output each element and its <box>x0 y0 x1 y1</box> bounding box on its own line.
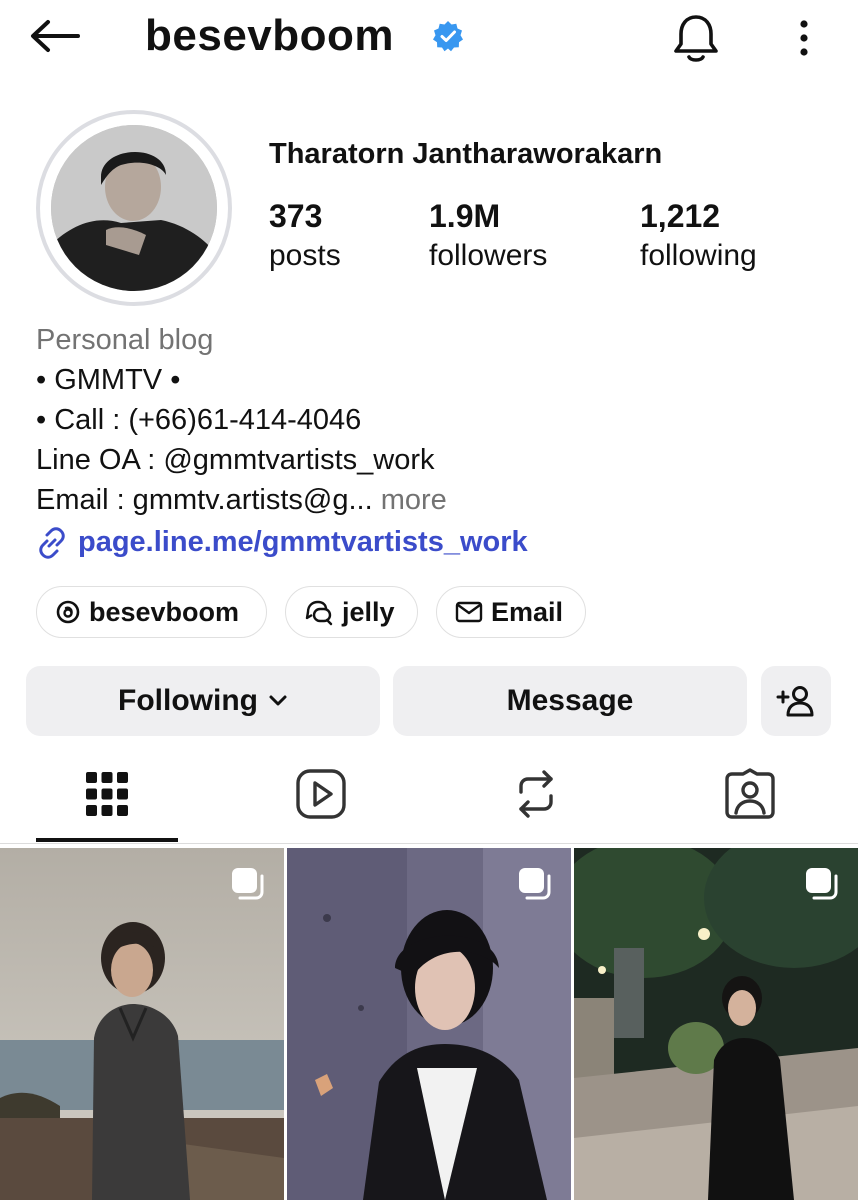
mail-icon <box>455 601 483 623</box>
repost-icon <box>519 770 553 818</box>
following-count: 1,212 <box>640 198 721 234</box>
following-stat[interactable]: 1,212 following <box>640 196 757 276</box>
following-button-label: Following <box>118 684 258 717</box>
link-icon <box>39 526 65 559</box>
bio-line: Line OA : @gmmtvartists_work <box>36 444 435 476</box>
message-button-label: Message <box>506 684 634 717</box>
email-pill-label: Email <box>491 596 564 627</box>
following-button[interactable]: Following <box>26 666 380 736</box>
bio-category: Personal blog <box>36 324 214 356</box>
chevron-down-icon <box>269 695 287 706</box>
suggest-users-button[interactable] <box>761 666 831 736</box>
play-icon <box>296 769 346 819</box>
tab-reposts[interactable] <box>465 758 607 830</box>
bell-icon <box>674 15 718 62</box>
back-button[interactable] <box>24 10 84 62</box>
profile-bio: Personal blog • GMMTV • • Call : (+66)61… <box>36 320 447 520</box>
profile-username: besevboom <box>145 11 395 60</box>
bio-more-link[interactable]: more <box>381 484 447 516</box>
followers-stat[interactable]: 1.9M followers <box>429 196 547 276</box>
carousel-icon <box>806 868 838 900</box>
notifications-button[interactable] <box>668 10 724 66</box>
avatar-photo <box>51 125 217 291</box>
bio-link[interactable]: page.line.me/gmmtvartists_work <box>36 526 528 559</box>
followers-label: followers <box>429 239 548 272</box>
arrow-left-icon <box>31 20 80 52</box>
post-thumbnail[interactable] <box>0 848 284 1200</box>
chat-bubbles-icon <box>305 600 333 626</box>
tagged-person-icon <box>725 768 775 819</box>
threads-pill[interactable]: besevboom <box>36 586 267 638</box>
posts-stat[interactable]: 373 posts <box>269 196 341 276</box>
avatar <box>51 125 217 291</box>
carousel-icon <box>232 868 264 900</box>
posts-count: 373 <box>269 198 323 234</box>
bio-line: • Call : (+66)61-414-4046 <box>36 404 362 436</box>
message-button[interactable]: Message <box>393 666 747 736</box>
verified-badge-icon <box>433 21 463 52</box>
threads-icon <box>56 600 80 624</box>
bio-line: • GMMTV • <box>36 364 181 396</box>
avatar-story-ring[interactable] <box>36 110 232 306</box>
add-person-icon <box>776 686 814 717</box>
top-bar: besevboom <box>0 0 858 80</box>
posts-label: posts <box>269 239 341 272</box>
grid-icon <box>86 772 128 816</box>
jelly-pill-label: jelly <box>342 596 395 627</box>
profile-full-name: Tharatorn Jantharaworakarn <box>269 138 663 170</box>
following-label: following <box>640 239 757 272</box>
carousel-icon <box>519 868 551 900</box>
post-thumbnail[interactable] <box>287 848 571 1200</box>
more-options-button[interactable] <box>784 12 824 64</box>
profile-tabs <box>0 758 858 848</box>
post-thumbnail[interactable] <box>574 848 858 1200</box>
tab-grid[interactable] <box>36 758 178 830</box>
email-pill[interactable]: Email <box>436 586 586 638</box>
active-tab-indicator <box>36 838 178 842</box>
followers-count: 1.9M <box>429 198 501 234</box>
posts-grid <box>0 848 858 1200</box>
jelly-pill[interactable]: jelly <box>285 586 418 638</box>
vertical-dots-icon <box>800 20 808 56</box>
bio-line-last: Email : gmmtv.artists@g... more <box>36 480 447 520</box>
threads-pill-label: besevboom <box>89 596 240 627</box>
bio-link-text: page.line.me/gmmtvartists_work <box>78 526 528 558</box>
tab-tagged[interactable] <box>679 758 821 830</box>
tab-reels[interactable] <box>250 758 392 830</box>
tabs-divider <box>0 843 858 844</box>
bio-line: Email : gmmtv.artists@g... <box>36 484 373 516</box>
